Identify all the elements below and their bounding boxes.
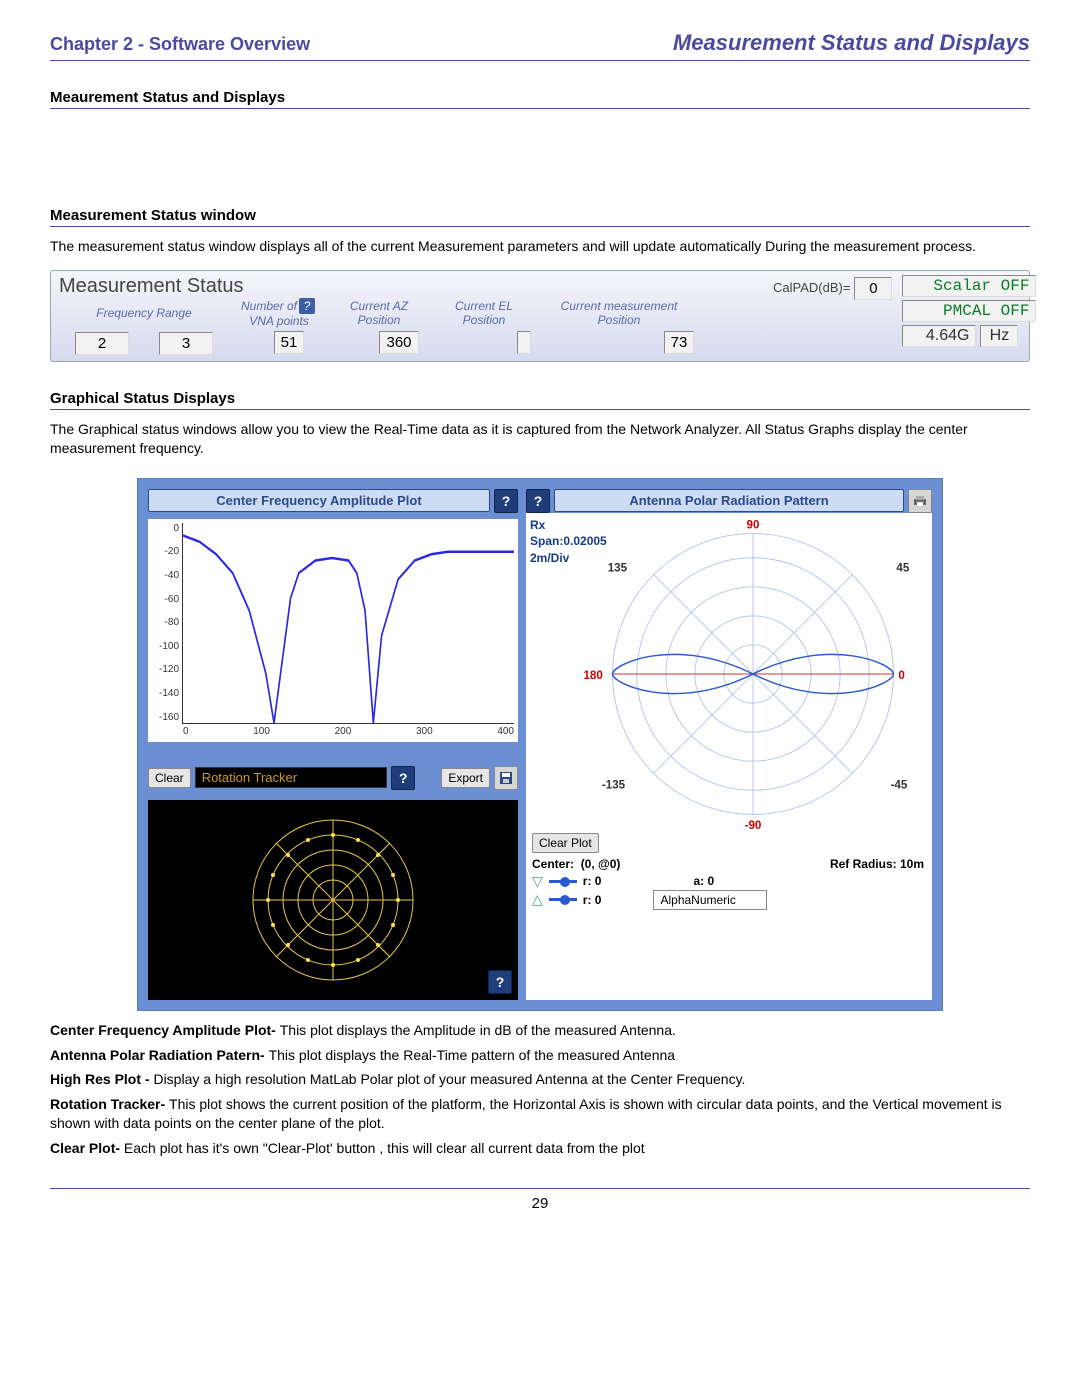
legend-swatch-icon <box>549 880 577 883</box>
graphical-status-panel: Center Frequency Amplitude Plot ? 0-20-4… <box>137 478 943 1011</box>
page-header: Chapter 2 - Software Overview Measuremen… <box>50 30 1030 61</box>
msw-el-value <box>517 331 531 354</box>
svg-text:45: 45 <box>896 561 909 574</box>
heading-msw: Measurement Status window <box>50 207 1030 227</box>
rotation-tracker-plot: ? <box>148 800 518 1000</box>
help-icon[interactable]: ? <box>494 489 518 513</box>
svg-text:90: 90 <box>747 519 760 532</box>
msw-meas-label: Current measurementPosition <box>559 299 680 327</box>
pmcal-status: PMCAL OFF <box>902 300 1036 322</box>
amplitude-x-ticks: 0100200300400 <box>183 726 514 737</box>
paragraph-msw: The measurement status window displays a… <box>50 237 1030 256</box>
msw-az-value: 360 <box>379 331 418 354</box>
calpad-label: CalPAD(dB)= <box>773 280 850 295</box>
print-icon[interactable] <box>908 489 932 513</box>
msw-el-label: Current ELPosition <box>453 299 515 327</box>
amplitude-plot: 0-20-40-60-80-100-120-140-160 0100200300… <box>182 523 514 724</box>
help-icon[interactable]: ? <box>526 489 550 513</box>
amplitude-y-ticks: 0-20-40-60-80-100-120-140-160 <box>153 523 179 723</box>
svg-text:135: 135 <box>608 561 628 574</box>
paragraph-graphical: The Graphical status windows allow you t… <box>50 420 1030 458</box>
section-title: Measurement Status and Displays <box>673 30 1030 56</box>
measurement-status-window: Measurement Status Frequency Range Numbe… <box>50 270 1030 362</box>
alphanumeric-field[interactable]: AlphaNumeric <box>653 890 766 910</box>
svg-text:-135: -135 <box>602 778 626 791</box>
help-icon[interactable]: ? <box>391 766 415 790</box>
amplitude-plot-title: Center Frequency Amplitude Plot <box>148 489 490 512</box>
msw-vna-label: Number of? VNA points <box>239 298 319 328</box>
note-highres: High Res Plot - Display a high resolutio… <box>50 1070 1030 1089</box>
export-button[interactable]: Export <box>441 768 490 788</box>
freq-unit: Hz <box>980 325 1018 347</box>
chapter-title: Chapter 2 - Software Overview <box>50 34 310 55</box>
note-polar: Antenna Polar Radiation Patern- This plo… <box>50 1046 1030 1065</box>
freq-value: 4.64G <box>902 325 976 347</box>
heading-main: Meaurement Status and Displays <box>50 89 1030 109</box>
clear-button[interactable]: Clear <box>148 768 191 788</box>
svg-text:180: 180 <box>583 669 602 682</box>
msw-freq-high: 3 <box>159 332 213 355</box>
scalar-status: Scalar OFF <box>902 275 1036 297</box>
msw-meas-value: 73 <box>664 331 695 354</box>
msw-vna-value: 51 <box>274 331 305 354</box>
msw-title: Measurement Status <box>51 271 767 298</box>
heading-graphical: Graphical Status Displays <box>50 390 1030 410</box>
polar-plot-title: Antenna Polar Radiation Pattern <box>554 489 904 512</box>
save-icon[interactable] <box>494 766 518 790</box>
page-number: 29 <box>50 1188 1030 1212</box>
help-icon[interactable]: ? <box>299 298 315 314</box>
svg-text:0: 0 <box>898 669 904 682</box>
note-amplitude: Center Frequency Amplitude Plot- This pl… <box>50 1021 1030 1040</box>
calpad-value: 0 <box>854 277 892 300</box>
help-icon[interactable]: ? <box>488 970 512 994</box>
note-clear: Clear Plot- Each plot has it's own "Clea… <box>50 1139 1030 1158</box>
polar-side-labels: Rx Span:0.02005 2m/Div <box>530 517 607 567</box>
svg-text:-45: -45 <box>891 778 908 791</box>
clear-plot-button[interactable]: Clear Plot <box>532 833 599 853</box>
legend-swatch-icon <box>549 898 577 901</box>
rotation-tracker-title: Rotation Tracker <box>195 767 388 788</box>
polar-plot: 90 45 0 -45 -90 -135 180 135 <box>582 519 924 829</box>
svg-text:-90: -90 <box>745 819 762 829</box>
msw-az-label: Current AZPosition <box>348 299 410 327</box>
msw-freq-range-label: Frequency Range <box>94 306 193 320</box>
note-rotation: Rotation Tracker- This plot shows the cu… <box>50 1095 1030 1133</box>
msw-freq-low: 2 <box>75 332 129 355</box>
